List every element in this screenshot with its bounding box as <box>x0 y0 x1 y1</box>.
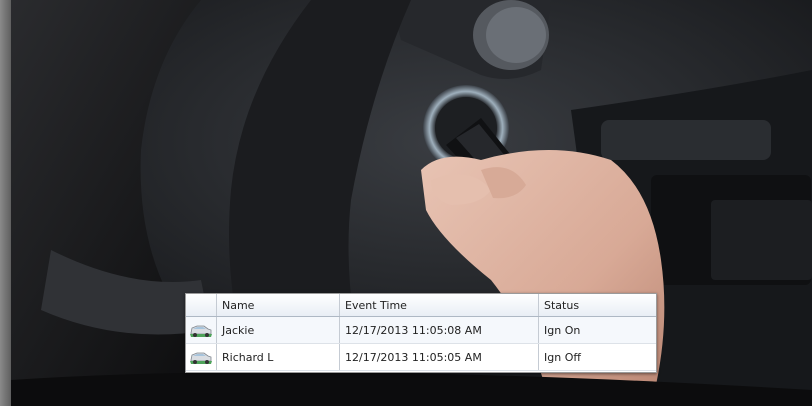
table-row[interactable]: Jackie 12/17/2013 11:05:08 AM Ign On <box>186 316 656 344</box>
column-header-status[interactable]: Status <box>538 294 656 317</box>
left-edge-strip <box>0 0 11 406</box>
cell-name: Jackie <box>216 316 340 344</box>
table-row[interactable]: Richard L 12/17/2013 11:05:05 AM Ign Off <box>186 343 656 371</box>
vehicle-icon <box>190 325 212 337</box>
column-header-name[interactable]: Name <box>216 294 340 317</box>
cell-event-time: 12/17/2013 11:05:05 AM <box>339 343 539 371</box>
ignition-events-grid: Name Event Time Status Jackie 12/17/2013… <box>185 293 657 373</box>
column-header-event-time[interactable]: Event Time <box>339 294 539 317</box>
row-icon-cell <box>186 316 217 344</box>
cell-name: Richard L <box>216 343 340 371</box>
cell-event-time: 12/17/2013 11:05:08 AM <box>339 316 539 344</box>
cell-status: Ign Off <box>538 343 656 371</box>
cell-status: Ign On <box>538 316 656 344</box>
icon-column-header <box>186 294 217 317</box>
vehicle-icon <box>190 352 212 364</box>
events-table: Name Event Time Status Jackie 12/17/2013… <box>186 294 656 371</box>
header-row: Name Event Time Status <box>186 294 656 317</box>
row-icon-cell <box>186 343 217 371</box>
